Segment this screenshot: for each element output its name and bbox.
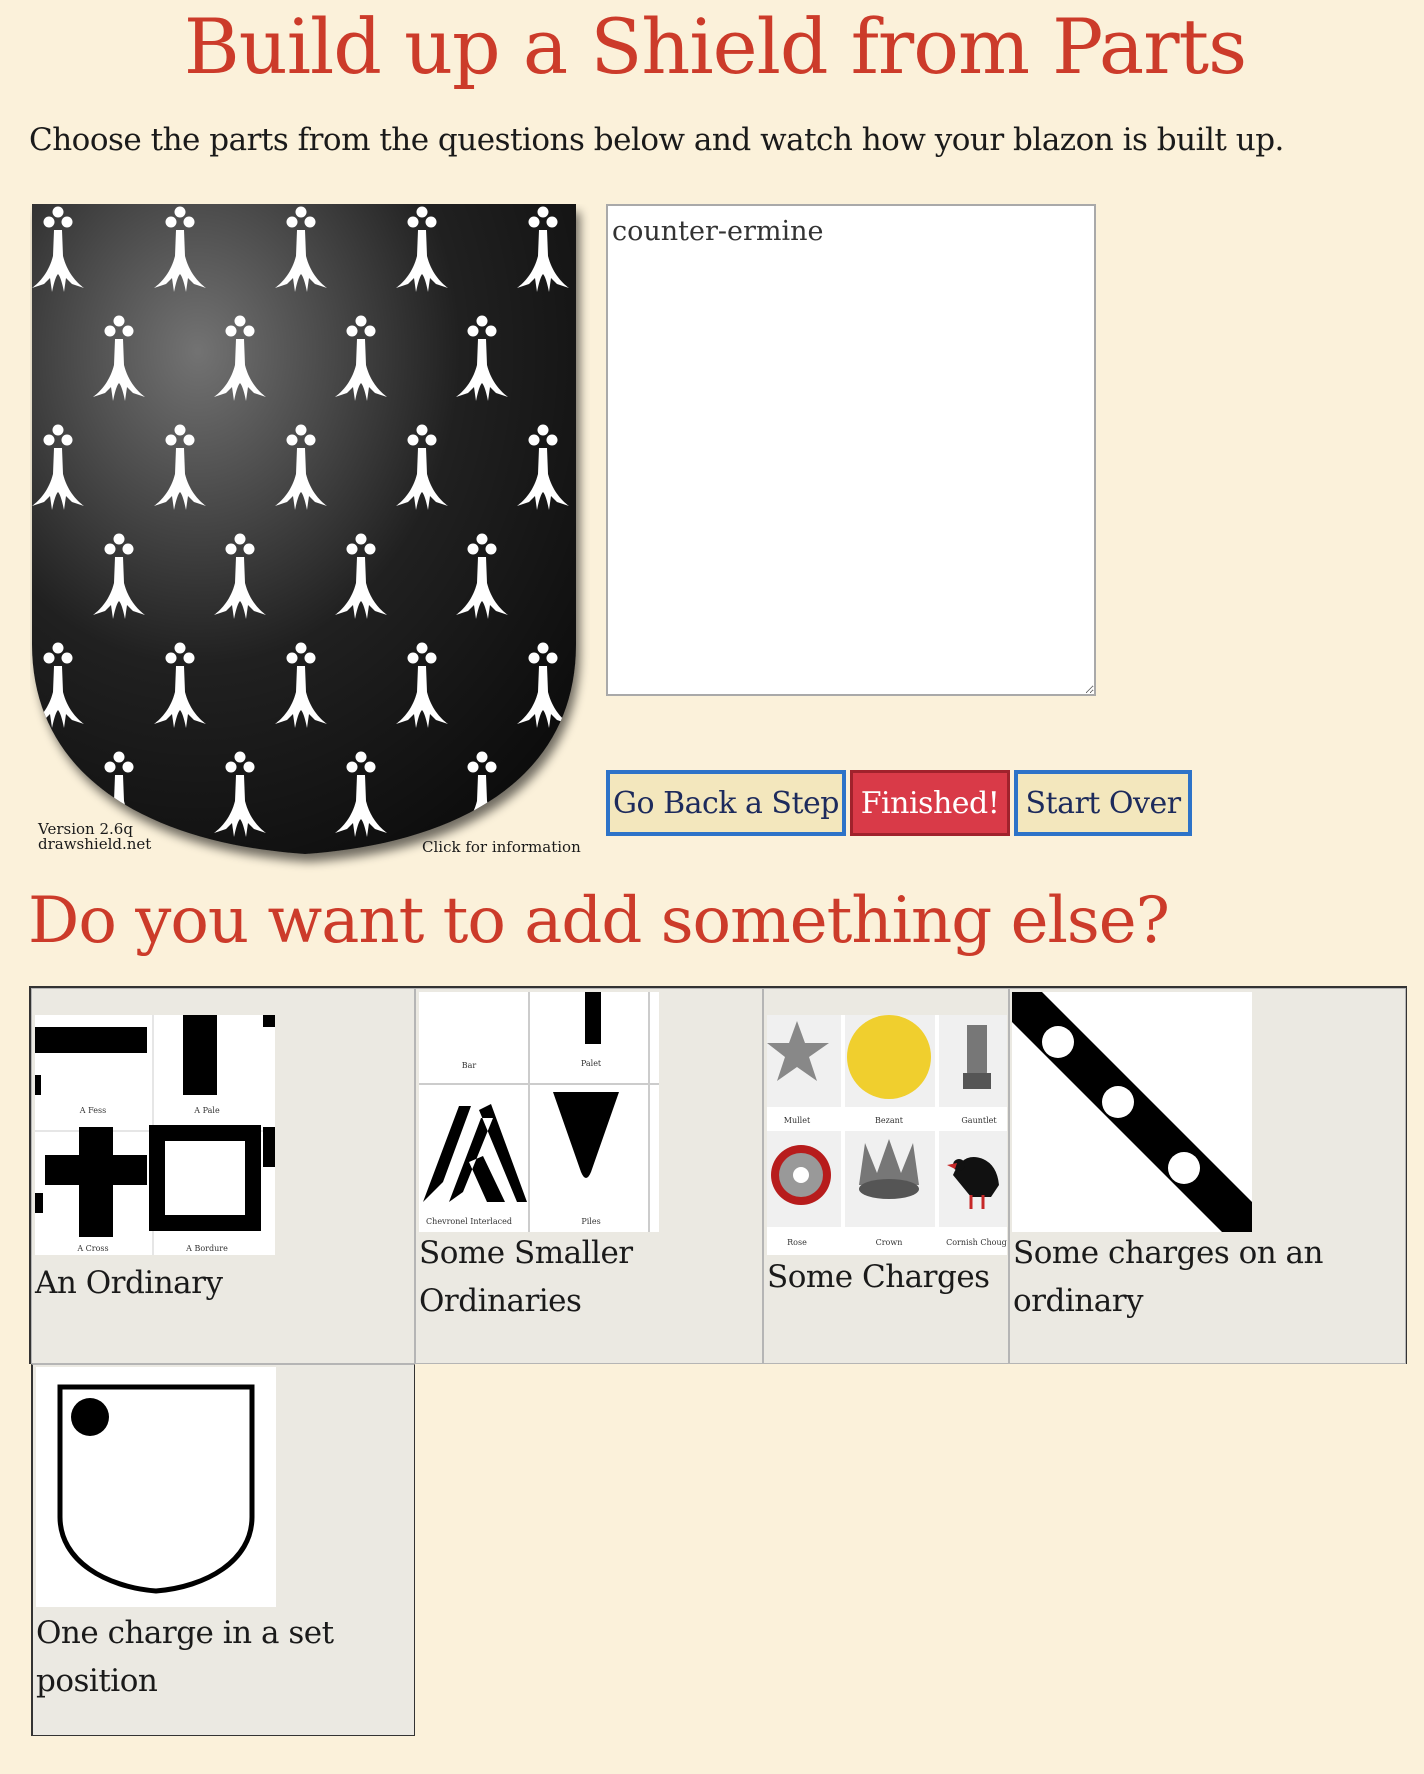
thumb-label: A Fess — [79, 1106, 106, 1115]
start-over-button[interactable]: Start Over — [1014, 770, 1192, 836]
thumb-label: Palet — [581, 1059, 602, 1068]
charges-thumbnail: Mullet Bezant Gauntlet Rose Crown Cornis… — [767, 1015, 1007, 1255]
thumb-label: Piles — [581, 1217, 600, 1226]
set-position-thumbnail — [36, 1367, 276, 1607]
smaller-ordinaries-thumbnail: Bar Palet Chevronel Interlaced Piles — [419, 992, 659, 1232]
options-heading: Do you want to add something else? — [28, 884, 1170, 958]
option-charges-on-ordinary[interactable]: Some charges on an ordinary — [1009, 988, 1406, 1364]
ordinary-thumbnail: A Fess A Pale A Cross A Bordure — [35, 1015, 275, 1255]
charges-on-ordinary-thumbnail — [1012, 992, 1252, 1232]
thumb-label: Crown — [876, 1238, 903, 1247]
option-label: Some Charges — [767, 1259, 990, 1295]
thumb-label: Bar — [462, 1061, 477, 1070]
shield-image[interactable] — [30, 204, 590, 874]
finished-button[interactable]: Finished! — [850, 770, 1010, 836]
option-smaller-ordinaries[interactable]: Bar Palet Chevronel Interlaced Piles Som… — [415, 988, 763, 1364]
go-back-button[interactable]: Go Back a Step — [606, 770, 846, 836]
thumb-label: Cornish Chough — [946, 1238, 1007, 1247]
shield-preview[interactable]: Version 2.6q drawshield.net Click for in… — [30, 204, 590, 874]
version-info: Version 2.6q drawshield.net — [38, 820, 152, 853]
option-label: Some Smaller Ordinaries — [419, 1235, 633, 1319]
thumb-label: Chevronel Interlaced — [426, 1217, 512, 1226]
thumb-label: Rose — [787, 1238, 807, 1247]
blazon-textarea[interactable]: counter-ermine — [606, 204, 1096, 696]
option-label: One charge in a set position — [36, 1615, 334, 1699]
info-link[interactable]: Click for information — [422, 838, 581, 856]
intro-text: Choose the parts from the questions belo… — [29, 122, 1284, 158]
thumb-label: A Bordure — [185, 1244, 228, 1253]
option-charges[interactable]: Mullet Bezant Gauntlet Rose Crown Cornis… — [763, 988, 1009, 1364]
thumb-label: A Cross — [76, 1244, 108, 1253]
option-label: An Ordinary — [35, 1265, 223, 1301]
thumb-label: Gauntlet — [961, 1116, 997, 1125]
option-set-position[interactable]: One charge in a set position — [31, 1364, 415, 1736]
option-ordinary[interactable]: A Fess A Pale A Cross A Bordure An Ordin… — [31, 988, 415, 1364]
page-title: Build up a Shield from Parts — [183, 2, 1247, 91]
option-label: Some charges on an ordinary — [1013, 1235, 1324, 1319]
thumb-label: Mullet — [784, 1116, 811, 1125]
thumb-label: A Pale — [193, 1106, 220, 1115]
thumb-label: Bezant — [875, 1116, 904, 1125]
